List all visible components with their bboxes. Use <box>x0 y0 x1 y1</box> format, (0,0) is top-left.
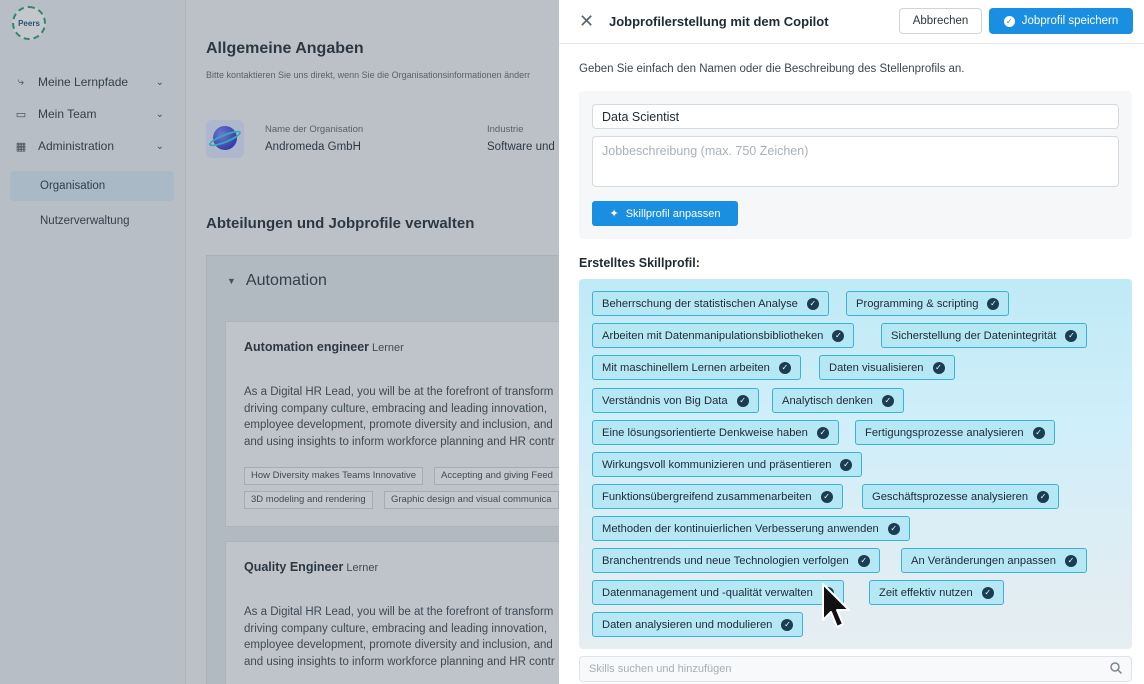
skill-chip[interactable]: Geschäftsprozesse analysieren ✓ <box>862 484 1060 509</box>
skill-label: Daten visualisieren <box>829 361 924 374</box>
skill-chip[interactable]: Daten analysieren und modulieren ✓ <box>592 612 804 637</box>
search-icon[interactable] <box>1109 661 1123 675</box>
skill-chip[interactable]: Arbeiten mit Datenmanipulationsbibliothe… <box>592 323 855 348</box>
close-icon[interactable]: ✕ <box>579 11 594 31</box>
check-icon[interactable]: ✓ <box>1032 426 1045 439</box>
skill-label: An Veränderungen anpassen <box>911 554 1056 567</box>
skill-chip[interactable]: Beherrschung der statistischen Analyse ✓ <box>592 291 829 316</box>
skill-chip[interactable]: Wirkungsvoll kommunizieren und präsentie… <box>592 452 863 477</box>
skill-label: Beherrschung der statistischen Analyse <box>602 297 798 310</box>
adapt-skillprofile-button[interactable]: ✦ Skillprofil anpassen <box>592 201 738 226</box>
check-icon[interactable]: ✓ <box>887 522 900 535</box>
check-icon[interactable]: ✓ <box>778 361 791 374</box>
check-icon[interactable]: ✓ <box>1064 554 1077 567</box>
skill-chip[interactable]: An Veränderungen anpassen ✓ <box>901 548 1087 573</box>
cancel-button[interactable]: Abbrechen <box>899 8 982 34</box>
skill-label: Funktionsübergreifend zusammenarbeiten <box>602 490 812 503</box>
skill-chip[interactable]: Analytisch denken ✓ <box>772 388 904 413</box>
panel-title: Jobprofilerstellung mit dem Copilot <box>609 14 829 29</box>
job-description-input[interactable] <box>592 136 1119 187</box>
skill-label: Mit maschinellem Lernen arbeiten <box>602 361 770 374</box>
skill-chip[interactable]: Sicherstellung der Datenintegrität ✓ <box>881 323 1088 348</box>
sparkle-icon: ✦ <box>609 208 619 220</box>
skill-label: Fertigungsprozesse analysieren <box>865 426 1024 439</box>
skillprofile-heading: Erstelltes Skillprofil: <box>579 256 700 270</box>
check-icon[interactable]: ✓ <box>840 458 853 471</box>
check-icon[interactable]: ✓ <box>987 297 1000 310</box>
check-icon[interactable]: ✓ <box>881 394 894 407</box>
skill-label: Zeit effektiv nutzen <box>879 586 973 599</box>
panel-header: ✕ Jobprofilerstellung mit dem Copilot Ab… <box>559 0 1144 44</box>
skill-label: Programming & scripting <box>856 297 979 310</box>
skill-label: Branchentrends und neue Technologien ver… <box>602 554 849 567</box>
skill-label: Daten analysieren und modulieren <box>602 618 773 631</box>
check-icon[interactable]: ✓ <box>832 329 845 342</box>
save-job-profile-button[interactable]: ✓ Jobprofil speichern <box>989 8 1133 34</box>
adapt-button-label: Skillprofil anpassen <box>625 207 721 220</box>
skill-label: Arbeiten mit Datenmanipulationsbibliothe… <box>602 329 824 342</box>
skill-label: Methoden der kontinuierlichen Verbesseru… <box>602 522 879 535</box>
skill-chip[interactable]: Datenmanagement und -qualität verwalten✓ <box>592 580 844 605</box>
skill-label: Sicherstellung der Datenintegrität <box>891 329 1057 342</box>
skill-label: Eine lösungsorientierte Denkweise haben <box>602 426 808 439</box>
skill-chip[interactable]: Branchentrends und neue Technologien ver… <box>592 548 880 573</box>
check-icon[interactable]: ✓ <box>857 554 870 567</box>
skill-label: Geschäftsprozesse analysieren <box>872 490 1029 503</box>
skill-chip[interactable]: Methoden der kontinuierlichen Verbesseru… <box>592 516 910 541</box>
check-icon[interactable]: ✓ <box>981 586 994 599</box>
skill-chip[interactable]: Funktionsübergreifend zusammenarbeiten ✓ <box>592 484 843 509</box>
skill-chip[interactable]: Verständnis von Big Data ✓ <box>592 388 759 413</box>
save-button-label: Jobprofil speichern <box>1021 15 1119 27</box>
skill-chip[interactable]: Zeit effektiv nutzen ✓ <box>869 580 1004 605</box>
instruction-text: Geben Sie einfach den Namen oder die Bes… <box>579 63 965 75</box>
skill-label: Verständnis von Big Data <box>602 394 728 407</box>
check-icon[interactable]: ✓ <box>736 394 749 407</box>
check-icon[interactable]: ✓ <box>806 297 819 310</box>
check-icon[interactable]: ✓ <box>1037 490 1050 503</box>
modal-backdrop[interactable] <box>0 0 559 684</box>
skill-chip[interactable]: Daten visualisieren ✓ <box>819 355 955 380</box>
check-icon[interactable]: ✓ <box>1065 329 1078 342</box>
check-icon[interactable]: ✓ <box>932 361 945 374</box>
job-input-box: ✦ Skillprofil anpassen <box>579 91 1132 239</box>
skill-label: Wirkungsvoll kommunizieren und präsentie… <box>602 458 832 471</box>
job-name-input[interactable] <box>592 104 1119 129</box>
skill-chip[interactable]: Fertigungsprozesse analysieren ✓ <box>855 420 1055 445</box>
skill-chip-area: Beherrschung der statistischen Analyse ✓ … <box>579 279 1132 649</box>
skill-chip[interactable]: Mit maschinellem Lernen arbeiten ✓ <box>592 355 801 380</box>
skill-chip[interactable]: Programming & scripting ✓ <box>846 291 1010 316</box>
skill-search-input[interactable] <box>580 657 1100 681</box>
check-icon[interactable]: ✓ <box>781 618 794 631</box>
skill-chip[interactable]: Eine lösungsorientierte Denkweise haben ✓ <box>592 420 839 445</box>
skill-search-bar[interactable] <box>579 656 1132 682</box>
check-circle-icon: ✓ <box>1003 15 1015 27</box>
check-icon[interactable]: ✓ <box>820 490 833 503</box>
check-icon[interactable]: ✓ <box>816 426 829 439</box>
mouse-cursor-icon <box>822 583 850 628</box>
skill-label: Analytisch denken <box>782 394 873 407</box>
skill-label: Datenmanagement und -qualität verwalten <box>602 586 813 599</box>
